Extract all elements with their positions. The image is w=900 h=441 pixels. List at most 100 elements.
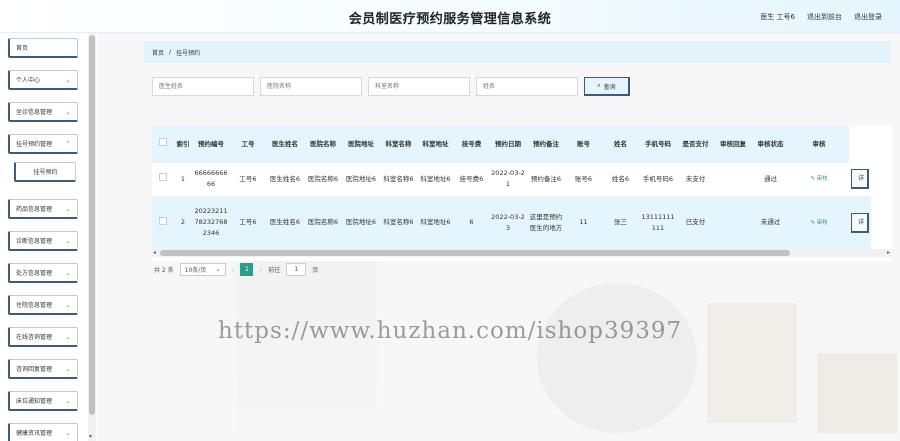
background-decoration bbox=[707, 303, 797, 423]
chevron-down-icon: ⌄ bbox=[65, 107, 71, 116]
detail-button[interactable]: 详 bbox=[851, 212, 869, 233]
sidebar-item-hospitalization-info[interactable]: 住院信息管理 ⌄ bbox=[8, 295, 78, 315]
sidebar-item-prescription-info[interactable]: 处方信息管理 ⌄ bbox=[8, 263, 78, 283]
table-cell: 已支付 bbox=[685, 218, 706, 227]
sidebar-item-label: 咨询回复管理 bbox=[16, 366, 53, 373]
column-header: 索引 bbox=[176, 139, 190, 148]
goto-page-input[interactable]: 1 bbox=[286, 263, 307, 276]
page-size-select[interactable]: 10条/页 ⌄ bbox=[179, 263, 226, 276]
user-info: 医生 工号6 退出到前台 退出登录 bbox=[760, 12, 882, 22]
doctor-name-input[interactable] bbox=[152, 77, 254, 96]
table-cell: 1 bbox=[180, 174, 186, 183]
column-header: 医院地址 bbox=[348, 139, 374, 148]
chevron-down-icon: ⌄ bbox=[65, 75, 71, 84]
column-header: 审核 bbox=[812, 139, 826, 148]
sidebar: 首页 个人中心 ⌄ 坐诊信息管理 ⌄ 挂号预约管理 ⌃ 挂号预约 药品信息管理 … bbox=[0, 33, 96, 441]
logout-link[interactable]: 退出登录 bbox=[854, 12, 882, 22]
select-all-header[interactable] bbox=[152, 125, 174, 163]
column-header: 是否支付 bbox=[682, 139, 709, 148]
sidebar-item-health-news[interactable]: 健康资讯管理 ⌄ bbox=[8, 423, 78, 441]
table-horizontal-scrollbar[interactable]: ◂ ▸ bbox=[152, 249, 892, 257]
scroll-right-arrow-icon[interactable]: ▸ bbox=[887, 249, 890, 256]
table-cell: 2 bbox=[180, 218, 186, 227]
column-header: 手机号码 bbox=[645, 139, 671, 148]
page-unit-label: 页 bbox=[312, 267, 319, 274]
chevron-down-icon: ⌄ bbox=[65, 204, 71, 213]
chevron-down-icon: ⌄ bbox=[65, 428, 71, 437]
table-cell: 医生姓名6 bbox=[269, 174, 301, 183]
sidebar-item-label: 挂号预约 bbox=[33, 169, 58, 176]
sidebar-subitem-appointment[interactable]: 挂号预约 bbox=[14, 162, 76, 182]
column-header: 挂号费 bbox=[461, 139, 482, 148]
audit-link[interactable]: ✎ 审核 bbox=[789, 163, 849, 196]
chevron-down-icon: ⌄ bbox=[65, 396, 71, 405]
column-header: 医生姓名 bbox=[272, 139, 298, 148]
table-cell: 工号6 bbox=[239, 174, 257, 183]
table-cell: 科室地址6 bbox=[420, 174, 451, 183]
row-checkbox[interactable] bbox=[159, 173, 167, 182]
page-number-button[interactable]: 1 bbox=[240, 263, 254, 276]
sidebar-item-bed-notice[interactable]: 床位通知管理 ⌄ bbox=[8, 391, 78, 411]
sidebar-item-label: 首页 bbox=[16, 45, 29, 52]
column-header: 审核状态 bbox=[757, 139, 784, 148]
column-header: 姓名 bbox=[614, 139, 627, 148]
sidebar-item-diagnosis-info[interactable]: 诊断信息管理 ⌄ bbox=[8, 231, 78, 251]
sidebar-item-appointment-manage[interactable]: 挂号预约管理 ⌃ bbox=[8, 134, 78, 154]
sidebar-scrollbar-thumb[interactable] bbox=[89, 35, 95, 415]
table-cell: 医生姓名6 bbox=[269, 218, 301, 227]
chevron-down-icon: ⌄ bbox=[65, 236, 71, 245]
sidebar-item-label: 药品信息管理 bbox=[16, 206, 53, 213]
background-decoration bbox=[537, 283, 697, 433]
background-decoration bbox=[817, 353, 897, 433]
table-cell: 这里是预约医生的地方 bbox=[529, 212, 563, 232]
chevron-down-icon: ⌄ bbox=[65, 332, 71, 341]
back-to-front-link[interactable]: 退出到前台 bbox=[807, 12, 842, 22]
hospital-name-input[interactable] bbox=[260, 77, 362, 96]
sidebar-item-drug-info[interactable]: 药品信息管理 ⌄ bbox=[8, 199, 78, 219]
chevron-down-icon: ⌄ bbox=[215, 266, 221, 273]
prev-page-button[interactable]: ‹ bbox=[232, 266, 235, 274]
table-cell: 科室名称6 bbox=[383, 218, 414, 227]
table-cell: 工号6 bbox=[239, 218, 257, 227]
sidebar-item-label: 在线咨询管理 bbox=[16, 334, 53, 341]
table-cell: 医院地址6 bbox=[345, 174, 377, 183]
department-name-input[interactable] bbox=[368, 77, 470, 96]
table-cell: 医院地址6 bbox=[345, 218, 377, 227]
column-header: 审核回复 bbox=[720, 139, 746, 148]
select-all-checkbox[interactable] bbox=[159, 138, 167, 146]
row-checkbox[interactable] bbox=[159, 216, 167, 225]
column-header: 预约日期 bbox=[495, 139, 521, 148]
breadcrumb-home[interactable]: 首页 bbox=[152, 48, 164, 57]
column-header: 科室名称 bbox=[385, 139, 412, 148]
table-scrollbar-thumb[interactable] bbox=[160, 250, 790, 256]
table-cell: 2022-03-21 bbox=[491, 169, 525, 189]
scroll-left-arrow-icon[interactable]: ◂ bbox=[153, 249, 156, 256]
chevron-down-icon: ⌄ bbox=[65, 364, 71, 373]
name-input[interactable] bbox=[476, 77, 578, 96]
table-cell: 预约备注6 bbox=[530, 174, 562, 183]
table-row: 2 20223211782327682346 工号6 医生姓名6 医院名称6 医… bbox=[152, 196, 871, 249]
search-bar: ⌕ 查询 bbox=[152, 77, 630, 96]
table-header-row: 索引 预约编号 工号 医生姓名 医院名称 医院地址 科室名称 科室地址 挂号费 … bbox=[152, 125, 871, 163]
main-content: 首页 / 挂号预约 ⌕ 查询 索引 预约编号 bbox=[97, 33, 900, 441]
detail-button[interactable]: 详 bbox=[851, 169, 869, 190]
table-cell: 6666666666 bbox=[194, 169, 228, 189]
table-cell bbox=[714, 163, 752, 196]
sidebar-item-label: 住院信息管理 bbox=[16, 302, 53, 309]
audit-link[interactable]: ✎ 审核 bbox=[789, 196, 849, 249]
search-icon: ⌕ bbox=[597, 82, 601, 89]
scroll-down-arrow-icon[interactable]: ▾ bbox=[89, 433, 92, 440]
sidebar-item-home[interactable]: 首页 bbox=[8, 38, 78, 58]
next-page-button[interactable]: › bbox=[259, 266, 262, 274]
sidebar-item-consult-info[interactable]: 坐诊信息管理 ⌄ bbox=[8, 102, 78, 122]
table-cell: 挂号费6 bbox=[459, 174, 484, 183]
top-header: 会员制医疗预约服务管理信息系统 医生 工号6 退出到前台 退出登录 bbox=[0, 0, 900, 33]
sidebar-item-personal-center[interactable]: 个人中心 ⌄ bbox=[8, 70, 78, 90]
sidebar-item-online-consult[interactable]: 在线咨询管理 ⌄ bbox=[8, 327, 78, 347]
sidebar-item-label: 健康资讯管理 bbox=[16, 430, 53, 437]
chevron-up-icon: ⌃ bbox=[65, 139, 71, 148]
table-cell: 张三 bbox=[614, 218, 627, 227]
query-button[interactable]: ⌕ 查询 bbox=[584, 77, 630, 96]
sidebar-item-consult-reply[interactable]: 咨询回复管理 ⌄ bbox=[8, 359, 78, 379]
column-header: 预约编号 bbox=[198, 139, 224, 148]
